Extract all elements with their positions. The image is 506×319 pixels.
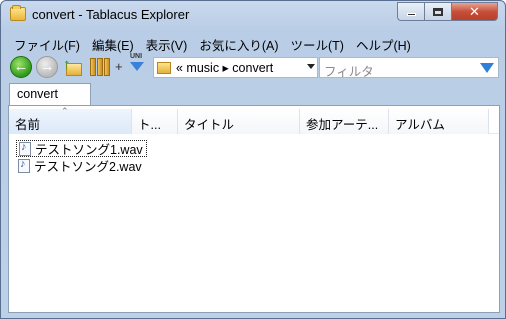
menu-favorites[interactable]: お気に入り(A) <box>193 33 284 53</box>
funnel-icon <box>130 62 144 71</box>
close-button[interactable]: ✕ <box>451 2 498 21</box>
maximize-button[interactable] <box>424 2 451 21</box>
toolbar: ← → ↑ + UNI « music ▸ convert フィルタ <box>8 53 500 82</box>
tab-convert[interactable]: convert <box>9 83 91 107</box>
sort-ascending-icon: ⌃ <box>61 106 69 116</box>
audio-file-icon <box>19 141 31 156</box>
column-album-label: アルバム <box>395 118 445 132</box>
book-icon <box>104 58 110 76</box>
chevron-down-icon[interactable] <box>307 64 315 69</box>
tab-strip: convert <box>8 82 500 107</box>
column-title[interactable]: タイトル <box>178 109 300 134</box>
menu-edit[interactable]: 編集(E) <box>86 33 140 53</box>
column-track[interactable]: ト... <box>132 109 178 134</box>
column-name[interactable]: ⌃ 名前 <box>9 106 132 134</box>
address-path[interactable]: « music ▸ convert <box>176 60 273 75</box>
forward-arrow-icon: → <box>39 58 55 75</box>
audio-file-icon <box>18 158 30 173</box>
filter-box[interactable]: フィルタ <box>319 57 499 79</box>
book-icon <box>97 58 103 76</box>
column-artist-label: 参加アーテ... <box>306 118 379 132</box>
window-title: convert - Tablacus Explorer <box>32 7 190 22</box>
back-arrow-icon: ← <box>13 58 29 75</box>
filter-placeholder: フィルタ <box>324 65 374 79</box>
list-item[interactable]: テストソング1.wav <box>16 140 147 157</box>
list-item[interactable]: テストソング2.wav <box>16 157 147 174</box>
back-button[interactable]: ← <box>10 56 32 78</box>
column-artist[interactable]: 参加アーテ... <box>300 109 389 134</box>
menu-help[interactable]: ヘルプ(H) <box>350 33 417 53</box>
add-icon[interactable]: + <box>115 59 123 74</box>
column-album[interactable]: アルバム <box>389 109 489 134</box>
file-name: テストソング2.wav <box>34 160 142 174</box>
library-button[interactable] <box>89 56 111 78</box>
funnel-icon[interactable] <box>480 63 494 73</box>
address-bar[interactable]: « music ▸ convert <box>153 57 318 78</box>
column-header: ⌃ 名前 ト... タイトル 参加アーテ... アルバム <box>9 106 499 134</box>
up-arrow-icon: ↑ <box>63 56 71 73</box>
title-bar[interactable]: convert - Tablacus Explorer ✕ <box>1 1 505 29</box>
maximize-icon <box>433 7 443 16</box>
up-folder-button[interactable]: ↑ <box>63 56 85 78</box>
folder-icon <box>157 61 171 74</box>
column-track-label: ト... <box>138 118 161 132</box>
menu-view[interactable]: 表示(V) <box>140 33 194 53</box>
unicode-filter-button[interactable]: UNI <box>128 53 146 78</box>
folder-app-icon <box>10 5 26 21</box>
minimize-button[interactable] <box>397 2 424 21</box>
menu-file[interactable]: ファイル(F) <box>8 33 86 53</box>
book-icon <box>90 58 96 76</box>
uni-label: UNI <box>130 53 143 60</box>
file-list: テストソング1.wav テストソング2.wav <box>16 140 147 174</box>
column-name-label: 名前 <box>15 118 41 132</box>
menu-bar: ファイル(F) 編集(E) 表示(V) お気に入り(A) ツール(T) ヘルプ(… <box>8 33 417 53</box>
minimize-icon <box>406 13 416 16</box>
menu-tools[interactable]: ツール(T) <box>284 33 349 53</box>
column-title-label: タイトル <box>184 118 235 132</box>
file-list-pane: ⌃ 名前 ト... タイトル 参加アーテ... アルバム テストソング1.wav <box>8 105 500 313</box>
forward-button[interactable]: → <box>36 56 58 78</box>
close-icon: ✕ <box>469 3 480 19</box>
explorer-window: convert - Tablacus Explorer ✕ ファイル(F) 編集… <box>0 0 506 319</box>
caption-buttons: ✕ <box>397 2 498 21</box>
